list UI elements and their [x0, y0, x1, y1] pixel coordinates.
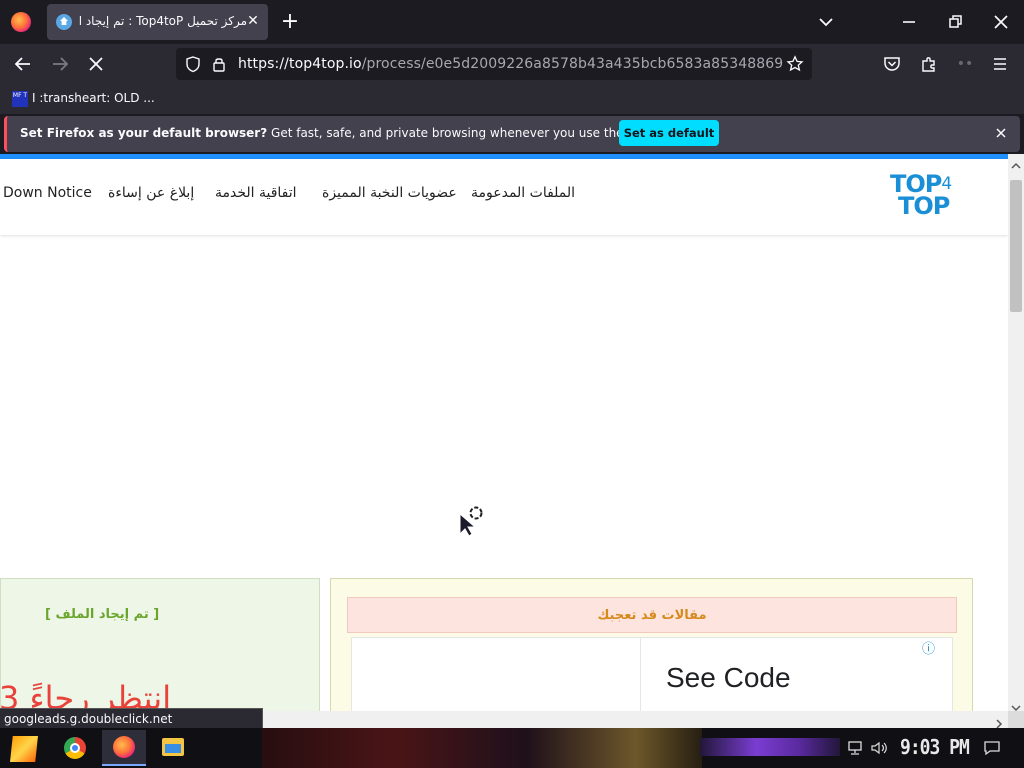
bookmark-label: I :transheart: OLD ... — [32, 91, 155, 105]
status-url-popup: googleads.g.doubleclick.net — [0, 708, 263, 730]
url-text[interactable]: https://top4top.io/process/e0e5d2009226a… — [238, 56, 783, 72]
scroll-right-arrow-icon[interactable] — [994, 714, 1004, 729]
network-icon[interactable] — [846, 740, 864, 756]
bookmark-item[interactable]: MF T I :transheart: OLD ... — [10, 88, 160, 110]
file-status-panel: [ تم إيجاد الملف ] انتظر رجاءً 3 — [0, 578, 320, 711]
url-bar[interactable]: https://top4top.io/process/e0e5d2009226a… — [176, 48, 812, 80]
tab-active[interactable]: مركز تحميل Top4toP : تم إيجاد ا ✕ — [47, 4, 268, 40]
restore-icon[interactable] — [944, 12, 966, 32]
ad-info-icon[interactable]: ⓘ — [922, 638, 935, 657]
nav-terms-of-service[interactable]: اتفاقية الخدمة — [215, 185, 297, 201]
chrome-taskbar-icon[interactable] — [64, 737, 86, 759]
taskbar-wallpaper-strip — [262, 728, 702, 768]
tab-strip: مركز تحميل Top4toP : تم إيجاد ا ✕ + — [0, 0, 1024, 44]
nav-report-abuse[interactable]: إبلاغ عن إساءة — [108, 185, 194, 201]
firefox-taskbar-button[interactable] — [102, 730, 146, 766]
url-host: https://top4top.io — [238, 56, 362, 72]
page-content: TOP4 TOP الملفات المدعومة عضويات النخبة … — [0, 154, 1008, 711]
file-explorer-taskbar-icon[interactable] — [162, 738, 184, 756]
volume-icon[interactable] — [870, 740, 890, 756]
set-as-default-button[interactable]: Set as default — [619, 120, 719, 146]
taskbar-purple-band — [700, 738, 840, 756]
bookmark-star-icon[interactable] — [786, 55, 804, 73]
notification-close-icon[interactable] — [993, 125, 1009, 141]
notification-message: Set Firefox as your default browser? Get… — [20, 126, 656, 140]
wait-countdown: انتظر رجاءً 3 — [0, 679, 172, 711]
clock[interactable]: 9:03 PM — [900, 735, 970, 759]
vertical-scrollbar[interactable] — [1008, 154, 1024, 712]
default-browser-notification: Set Firefox as your default browser? Get… — [4, 116, 1020, 152]
suggestions-header: مقالات قد تعجبك — [347, 597, 957, 633]
nav-elite-memberships[interactable]: عضويات النخبة المميزة — [322, 185, 457, 201]
pocket-icon[interactable] — [882, 54, 902, 74]
suggestions-panel: مقالات قد تعجبك ⓘ See Code — [330, 578, 973, 711]
scrollbar-corner — [1008, 711, 1024, 728]
navigation-toolbar: https://top4top.io/process/e0e5d2009226a… — [0, 44, 1024, 84]
stop-loading-icon[interactable] — [85, 54, 107, 74]
busy-cursor-icon — [459, 504, 487, 538]
new-tab-icon[interactable]: + — [280, 11, 300, 33]
minimize-icon[interactable] — [898, 12, 920, 32]
back-icon[interactable] — [12, 54, 34, 74]
overflow-menu-icon[interactable]: •• — [953, 56, 977, 72]
tab-close-icon[interactable]: ✕ — [245, 13, 261, 29]
bookmarks-toolbar: MF T I :transheart: OLD ... — [0, 84, 1024, 114]
notification-text: Get fast, safe, and private browsing whe… — [271, 126, 656, 140]
status-url-text: googleads.g.doubleclick.net — [4, 712, 173, 726]
site-header: TOP4 TOP الملفات المدعومة عضويات النخبة … — [0, 159, 1008, 235]
start-button-icon[interactable] — [10, 736, 38, 762]
ad-block[interactable]: ⓘ See Code — [351, 637, 953, 711]
scrollbar-thumb[interactable] — [1010, 180, 1022, 312]
taskbar: 9:03 PM — [0, 728, 1024, 768]
logo-text-bottom: TOP — [898, 192, 950, 220]
notification-question: Set Firefox as your default browser? — [20, 126, 268, 140]
nav-takedown-notice[interactable]: Down Notice — [3, 185, 92, 201]
list-tabs-chevron-icon[interactable] — [816, 12, 836, 32]
padlock-icon[interactable] — [210, 55, 228, 73]
hamburger-menu-icon[interactable] — [990, 54, 1010, 74]
file-found-label: [ تم إيجاد الملف ] — [45, 607, 160, 622]
logo-text-four: 4 — [941, 174, 952, 194]
firefox-taskbar-icon — [113, 736, 135, 758]
ad-divider — [640, 638, 641, 711]
tracking-protection-shield-icon[interactable] — [184, 55, 202, 73]
scroll-down-arrow-icon[interactable] — [1011, 698, 1021, 712]
site-favicon-icon — [56, 14, 72, 30]
site-logo[interactable]: TOP4 TOP — [890, 172, 968, 221]
scroll-up-arrow-icon[interactable] — [1011, 156, 1021, 169]
tab-title: مركز تحميل Top4toP : تم إيجاد ا — [79, 14, 247, 28]
firefox-view-icon[interactable] — [11, 12, 31, 32]
bookmark-favicon-icon: MF T — [12, 91, 28, 107]
ad-headline[interactable]: See Code — [666, 662, 791, 694]
extensions-icon[interactable] — [919, 54, 939, 74]
url-path: /process/e0e5d2009226a8578b43a435bcb6583… — [361, 56, 784, 72]
suggestions-title: مقالات قد تعجبك — [597, 608, 707, 623]
forward-icon[interactable] — [49, 54, 71, 74]
nav-supported-files[interactable]: الملفات المدعومة — [471, 185, 575, 201]
close-window-icon[interactable] — [990, 12, 1012, 32]
action-center-icon[interactable] — [982, 740, 1002, 756]
